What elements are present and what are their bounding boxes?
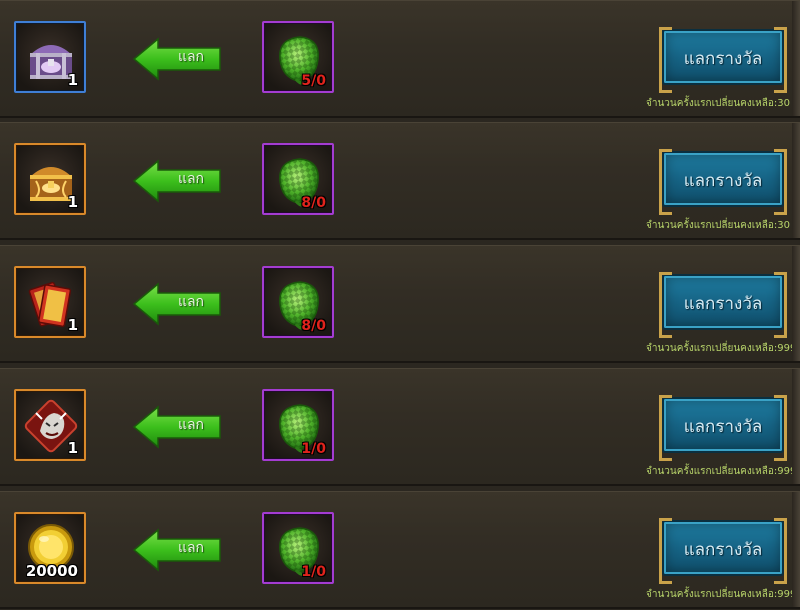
cost-count: 8/0: [301, 318, 326, 334]
reward-item-slot[interactable]: 1: [14, 21, 86, 93]
exchange-row: 1 แลก 8/0 แลกรางวัล จำนวนครั้งแรกเปลี่ยน…: [0, 122, 800, 240]
reward-item-slot[interactable]: 20000: [14, 512, 86, 584]
claim-label: แลกรางวัล: [683, 294, 763, 314]
claim-label: แลกรางวัล: [683, 49, 763, 69]
reward-item-slot[interactable]: 1: [14, 143, 86, 215]
claim-reward-button[interactable]: แลกรางวัล: [659, 272, 787, 338]
cost-count: 5/0: [301, 73, 326, 89]
cost-item-slot[interactable]: 8/0: [262, 143, 334, 215]
exchange-arrow-button[interactable]: แลก: [132, 528, 224, 572]
claim-label: แลกรางวัล: [683, 417, 763, 437]
claim-label: แลกรางวัล: [683, 171, 763, 191]
exchange-arrow-button[interactable]: แลก: [132, 282, 224, 326]
cost-item-slot[interactable]: 1/0: [262, 389, 334, 461]
cost-count: 1/0: [301, 441, 326, 457]
claim-label: แลกรางวัล: [683, 540, 763, 560]
reward-quantity: 1: [67, 71, 78, 89]
remaining-exchanges: จำนวนครั้งแรกเปลี่ยนคงเหลือ:999: [646, 589, 797, 600]
remaining-exchanges: จำนวนครั้งแรกเปลี่ยนคงเหลือ:30: [646, 220, 790, 231]
remaining-exchanges: จำนวนครั้งแรกเปลี่ยนคงเหลือ:30: [646, 98, 790, 109]
exchange-label: แลก: [177, 417, 205, 433]
claim-reward-button[interactable]: แลกรางวัล: [659, 395, 787, 461]
cost-item-slot[interactable]: 1/0: [262, 512, 334, 584]
exchange-row: 1 แลก 1/0 แลกรางวัล จำนวนครั้งแรกเปลี่ยน…: [0, 368, 800, 486]
claim-reward-button[interactable]: แลกรางวัล: [659, 149, 787, 215]
exchange-label: แลก: [177, 171, 205, 187]
cost-count: 1/0: [301, 564, 326, 580]
remaining-exchanges: จำนวนครั้งแรกเปลี่ยนคงเหลือ:999: [646, 466, 797, 477]
reward-quantity: 1: [67, 193, 78, 211]
reward-item-slot[interactable]: 1: [14, 266, 86, 338]
cost-item-slot[interactable]: 5/0: [262, 21, 334, 93]
exchange-row: 1 แลก 8/0 แลกรางวัล จำนวนครั้งแรกเปลี่ยน…: [0, 245, 800, 363]
exchange-label: แลก: [177, 49, 205, 65]
exchange-row: 1 แลก 5/0 แลกรางวัล จำนวนครั้งแรกเปลี่ยน…: [0, 0, 800, 118]
reward-quantity: 1: [67, 316, 78, 334]
exchange-row: 20000 แลก 1/0 แลกรางวัล จำนวนครั้งแรกเปล…: [0, 491, 800, 609]
exchange-label: แลก: [177, 294, 205, 310]
exchange-arrow-button[interactable]: แลก: [132, 405, 224, 449]
cost-item-slot[interactable]: 8/0: [262, 266, 334, 338]
reward-quantity: 20000: [25, 562, 78, 580]
remaining-exchanges: จำนวนครั้งแรกเปลี่ยนคงเหลือ:999: [646, 343, 797, 354]
claim-reward-button[interactable]: แลกรางวัล: [659, 518, 787, 584]
reward-item-slot[interactable]: 1: [14, 389, 86, 461]
claim-reward-button[interactable]: แลกรางวัล: [659, 27, 787, 93]
reward-quantity: 1: [67, 439, 78, 457]
exchange-arrow-button[interactable]: แลก: [132, 37, 224, 81]
exchange-label: แลก: [177, 540, 205, 556]
cost-count: 8/0: [301, 195, 326, 211]
exchange-arrow-button[interactable]: แลก: [132, 159, 224, 203]
